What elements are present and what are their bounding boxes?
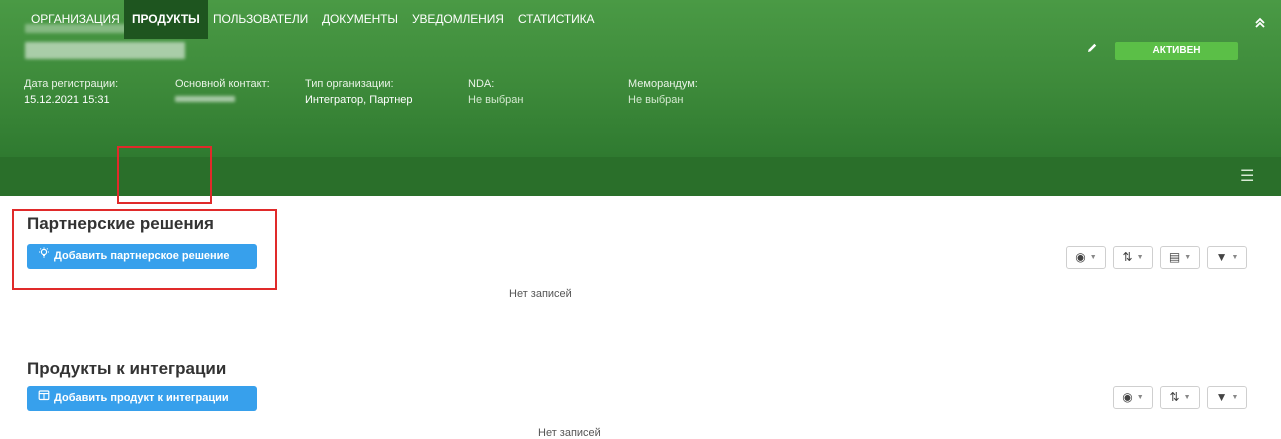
eye-icon: ◉ xyxy=(1122,390,1133,404)
empty-state-text: Нет записей xyxy=(538,427,601,439)
status-badge: АКТИВЕН xyxy=(1115,42,1238,60)
tab-bar xyxy=(0,157,1281,196)
field-label: Меморандум: xyxy=(628,78,698,90)
field-label: Основной контакт: xyxy=(175,78,270,90)
sort-button[interactable]: ⇅ ▼ xyxy=(1160,386,1200,409)
filter-button[interactable]: ▼ ▼ xyxy=(1207,386,1247,409)
field-value: Не выбран xyxy=(468,94,524,106)
tab-documents[interactable]: ДОКУМЕНТЫ xyxy=(322,0,398,39)
field-label: Дата регистрации: xyxy=(24,78,119,90)
field-value: Не выбран xyxy=(628,94,684,106)
view-toggle-button[interactable]: ◉ ▼ xyxy=(1066,246,1106,269)
tab-notifications[interactable]: УВЕДОМЛЕНИЯ xyxy=(412,0,504,39)
tab-users[interactable]: ПОЛЬЗОВАТЕЛИ xyxy=(213,0,308,39)
add-button-label: Добавить партнерское решение xyxy=(54,250,230,262)
lightbulb-icon xyxy=(37,244,51,269)
main-contact-blurred xyxy=(175,96,235,102)
empty-state-text: Нет записей xyxy=(509,288,572,300)
filter-button[interactable]: ▼ ▼ xyxy=(1207,246,1247,269)
box-icon xyxy=(37,386,51,411)
field-value: Интегратор, Партнер xyxy=(305,94,413,106)
section-title-partner-solutions: Партнерские решения xyxy=(27,214,214,233)
field-value: 15.12.2021 15:31 xyxy=(24,94,110,106)
list-view-button[interactable]: ▤ ▼ xyxy=(1160,246,1200,269)
tab-statistics[interactable]: СТАТИСТИКА xyxy=(518,0,595,39)
field-label: NDA: xyxy=(468,78,495,90)
double-chevron-up-icon[interactable] xyxy=(1254,17,1266,31)
sort-icon: ⇅ xyxy=(1122,250,1133,264)
tab-products[interactable]: ПРОДУКТЫ xyxy=(124,0,208,39)
field-registration-date: Дата регистрации: 15.12.2021 15:31 xyxy=(24,76,118,108)
list-icon: ▤ xyxy=(1168,250,1181,264)
filter-icon: ▼ xyxy=(1215,250,1228,264)
org-name-blurred xyxy=(25,42,185,59)
tab-organization[interactable]: ОРГАНИЗАЦИЯ xyxy=(29,0,122,39)
add-partner-solution-button[interactable]: Добавить партнерское решение xyxy=(27,244,257,269)
view-toggle-button[interactable]: ◉ ▼ xyxy=(1113,386,1153,409)
section-title-integration-products: Продукты к интеграции xyxy=(27,359,227,378)
sort-icon: ⇅ xyxy=(1169,390,1180,404)
field-label: Тип организации: xyxy=(305,78,394,90)
field-nda: NDA: Не выбран xyxy=(468,76,523,108)
menu-icon[interactable]: ☰ xyxy=(1240,157,1254,196)
sort-button[interactable]: ⇅ ▼ xyxy=(1113,246,1153,269)
filter-icon: ▼ xyxy=(1215,390,1228,404)
eye-icon: ◉ xyxy=(1075,250,1086,264)
field-main-contact: Основной контакт: xyxy=(175,76,270,92)
pencil-icon[interactable] xyxy=(1086,42,1100,56)
field-memorandum: Меморандум: Не выбран xyxy=(628,76,698,108)
add-integration-product-button[interactable]: Добавить продукт к интеграции xyxy=(27,386,257,411)
field-org-type: Тип организации: Интегратор, Партнер xyxy=(305,76,413,108)
add-button-label: Добавить продукт к интеграции xyxy=(54,392,229,404)
